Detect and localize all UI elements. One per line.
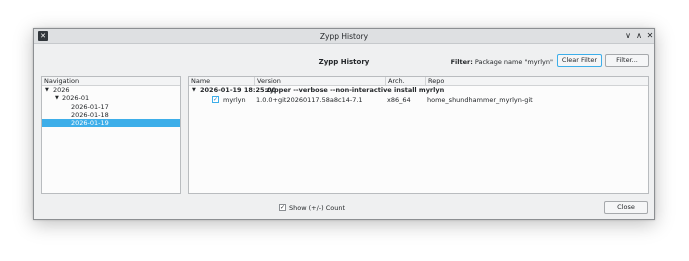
package-arch: x86_64 [387,96,411,104]
tree-item-2026[interactable]: ▼ 2026 [42,86,180,94]
filter-label: Filter: [450,58,473,66]
checkbox-checked-icon[interactable]: ✓ [279,204,286,211]
installed-check-icon: ✓ [212,96,219,103]
package-repo: home_shundhammer_myrlyn-git [427,96,533,104]
tree-item-2026-01[interactable]: ▼ 2026-01 [42,94,180,102]
table-row-package[interactable]: ✓ myrlyn 1.0.0+git20260117.58a8c14-7.1 x… [189,96,648,104]
zypp-history-window: ✕ Zypp History ∨ ∧ ✕ Zypp History Filter… [33,28,655,220]
collapse-arrow-icon[interactable]: ▼ [192,86,196,94]
command-timestamp: 2026-01-19 18:25:00 [200,86,277,94]
minimize-button[interactable]: ∨ [623,31,633,41]
filter-button[interactable]: Filter... [605,54,649,67]
navigation-header: Navigation [42,77,180,86]
column-header-arch[interactable]: Arch. [386,77,426,86]
filter-value: Package name "myrlyn" [474,58,553,66]
column-header-name[interactable]: Name [189,77,255,86]
column-header-version[interactable]: Version [255,77,386,86]
tree-item-2026-01-19[interactable]: 2026-01-19 [42,119,180,128]
tree-item-2026-01-17[interactable]: 2026-01-17 [42,103,180,111]
close-window-button[interactable]: ✕ [645,31,655,41]
show-count-checkbox[interactable]: ✓ Show (+/-) Count [279,204,346,212]
navigation-panel: Navigation ▼ 2026 ▼ 2026-01 2026-01-17 2… [41,76,181,194]
package-name: myrlyn [223,96,246,104]
window-title: Zypp History [319,32,369,41]
show-count-label: Show (+/-) Count [289,204,346,212]
history-table: Name Version Arch. Repo ▼ 2026-01-19 18:… [188,76,649,194]
filter-text: Filter: Package name "myrlyn" [451,58,553,66]
title-bar[interactable]: ✕ Zypp History ∨ ∧ ✕ [34,29,654,44]
tree-item-2026-01-18[interactable]: 2026-01-18 [42,111,180,119]
column-header-repo[interactable]: Repo [426,77,650,86]
expand-arrow-icon[interactable]: ▼ [45,86,49,94]
clear-filter-button[interactable]: Clear Filter [557,54,602,67]
close-button[interactable]: Close [604,201,648,214]
maximize-button[interactable]: ∧ [634,31,644,41]
table-row-command[interactable]: ▼ 2026-01-19 18:25:00 zypper --verbose -… [189,86,648,94]
expand-arrow-icon[interactable]: ▼ [55,94,59,102]
package-version: 1.0.0+git20260117.58a8c14-7.1 [256,96,363,104]
command-text: zypper --verbose --non-interactive insta… [266,86,445,94]
